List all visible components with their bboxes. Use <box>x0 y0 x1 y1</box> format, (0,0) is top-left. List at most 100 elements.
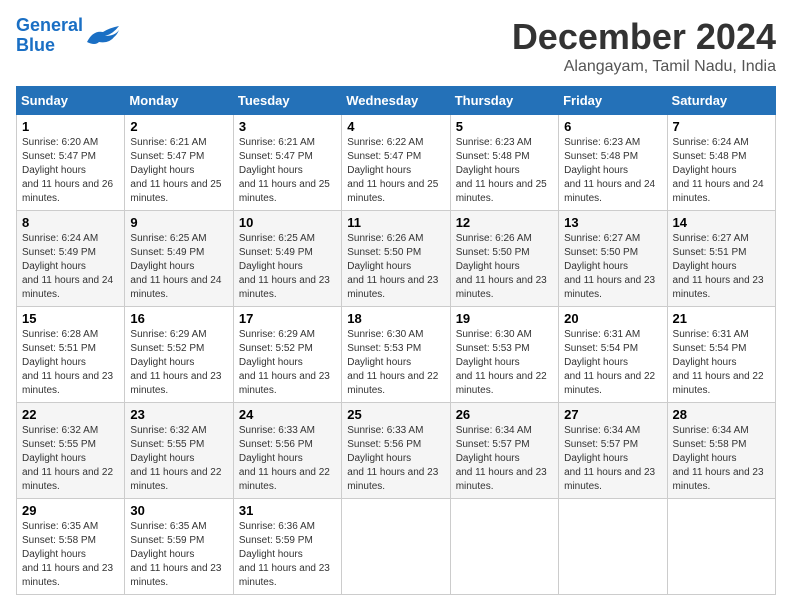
day-number: 16 <box>130 311 227 326</box>
day-number: 28 <box>673 407 770 422</box>
header-row: Sunday Monday Tuesday Wednesday Thursday… <box>17 87 776 115</box>
calendar-cell: 28 Sunrise: 6:34 AMSunset: 5:58 PMDaylig… <box>667 403 775 499</box>
day-detail: Sunrise: 6:28 AMSunset: 5:51 PMDaylight … <box>22 329 113 396</box>
day-number: 15 <box>22 311 119 326</box>
col-sunday: Sunday <box>17 87 125 115</box>
day-number: 11 <box>347 215 444 230</box>
calendar-cell: 22 Sunrise: 6:32 AMSunset: 5:55 PMDaylig… <box>17 403 125 499</box>
day-detail: Sunrise: 6:34 AMSunset: 5:57 PMDaylight … <box>564 425 655 492</box>
day-number: 12 <box>456 215 553 230</box>
day-detail: Sunrise: 6:32 AMSunset: 5:55 PMDaylight … <box>22 425 113 492</box>
calendar-cell: 14 Sunrise: 6:27 AMSunset: 5:51 PMDaylig… <box>667 211 775 307</box>
day-detail: Sunrise: 6:21 AMSunset: 5:47 PMDaylight … <box>130 137 221 204</box>
calendar-cell: 15 Sunrise: 6:28 AMSunset: 5:51 PMDaylig… <box>17 307 125 403</box>
day-number: 24 <box>239 407 336 422</box>
day-number: 7 <box>673 119 770 134</box>
calendar-cell: 10 Sunrise: 6:25 AMSunset: 5:49 PMDaylig… <box>233 211 341 307</box>
calendar-cell: 24 Sunrise: 6:33 AMSunset: 5:56 PMDaylig… <box>233 403 341 499</box>
day-number: 14 <box>673 215 770 230</box>
day-number: 8 <box>22 215 119 230</box>
day-detail: Sunrise: 6:27 AMSunset: 5:51 PMDaylight … <box>673 233 764 300</box>
day-detail: Sunrise: 6:23 AMSunset: 5:48 PMDaylight … <box>564 137 655 204</box>
location-title: Alangayam, Tamil Nadu, India <box>512 58 776 76</box>
calendar-row: 15 Sunrise: 6:28 AMSunset: 5:51 PMDaylig… <box>17 307 776 403</box>
calendar-cell: 23 Sunrise: 6:32 AMSunset: 5:55 PMDaylig… <box>125 403 233 499</box>
col-tuesday: Tuesday <box>233 87 341 115</box>
col-saturday: Saturday <box>667 87 775 115</box>
calendar-cell: 9 Sunrise: 6:25 AMSunset: 5:49 PMDayligh… <box>125 211 233 307</box>
day-detail: Sunrise: 6:24 AMSunset: 5:49 PMDaylight … <box>22 233 113 300</box>
day-detail: Sunrise: 6:21 AMSunset: 5:47 PMDaylight … <box>239 137 330 204</box>
day-detail: Sunrise: 6:20 AMSunset: 5:47 PMDaylight … <box>22 137 113 204</box>
day-detail: Sunrise: 6:29 AMSunset: 5:52 PMDaylight … <box>130 329 221 396</box>
day-detail: Sunrise: 6:25 AMSunset: 5:49 PMDaylight … <box>239 233 330 300</box>
day-detail: Sunrise: 6:23 AMSunset: 5:48 PMDaylight … <box>456 137 547 204</box>
day-number: 22 <box>22 407 119 422</box>
day-detail: Sunrise: 6:36 AMSunset: 5:59 PMDaylight … <box>239 521 330 588</box>
calendar-cell: 16 Sunrise: 6:29 AMSunset: 5:52 PMDaylig… <box>125 307 233 403</box>
calendar-cell <box>342 499 450 595</box>
day-detail: Sunrise: 6:26 AMSunset: 5:50 PMDaylight … <box>347 233 438 300</box>
calendar-cell: 31 Sunrise: 6:36 AMSunset: 5:59 PMDaylig… <box>233 499 341 595</box>
calendar-cell: 6 Sunrise: 6:23 AMSunset: 5:48 PMDayligh… <box>559 115 667 211</box>
day-detail: Sunrise: 6:31 AMSunset: 5:54 PMDaylight … <box>564 329 655 396</box>
day-number: 25 <box>347 407 444 422</box>
calendar-cell: 3 Sunrise: 6:21 AMSunset: 5:47 PMDayligh… <box>233 115 341 211</box>
day-number: 27 <box>564 407 661 422</box>
calendar-row: 29 Sunrise: 6:35 AMSunset: 5:58 PMDaylig… <box>17 499 776 595</box>
day-detail: Sunrise: 6:32 AMSunset: 5:55 PMDaylight … <box>130 425 221 492</box>
day-detail: Sunrise: 6:35 AMSunset: 5:59 PMDaylight … <box>130 521 221 588</box>
calendar-cell: 19 Sunrise: 6:30 AMSunset: 5:53 PMDaylig… <box>450 307 558 403</box>
day-number: 19 <box>456 311 553 326</box>
day-detail: Sunrise: 6:24 AMSunset: 5:48 PMDaylight … <box>673 137 764 204</box>
day-detail: Sunrise: 6:33 AMSunset: 5:56 PMDaylight … <box>347 425 438 492</box>
calendar-cell: 1 Sunrise: 6:20 AMSunset: 5:47 PMDayligh… <box>17 115 125 211</box>
calendar-cell: 2 Sunrise: 6:21 AMSunset: 5:47 PMDayligh… <box>125 115 233 211</box>
calendar-cell: 7 Sunrise: 6:24 AMSunset: 5:48 PMDayligh… <box>667 115 775 211</box>
day-detail: Sunrise: 6:30 AMSunset: 5:53 PMDaylight … <box>347 329 438 396</box>
day-number: 29 <box>22 503 119 518</box>
calendar-cell: 11 Sunrise: 6:26 AMSunset: 5:50 PMDaylig… <box>342 211 450 307</box>
logo: GeneralBlue <box>16 16 121 56</box>
calendar-cell: 18 Sunrise: 6:30 AMSunset: 5:53 PMDaylig… <box>342 307 450 403</box>
calendar-cell <box>667 499 775 595</box>
day-detail: Sunrise: 6:26 AMSunset: 5:50 PMDaylight … <box>456 233 547 300</box>
calendar-cell: 4 Sunrise: 6:22 AMSunset: 5:47 PMDayligh… <box>342 115 450 211</box>
day-number: 20 <box>564 311 661 326</box>
day-number: 10 <box>239 215 336 230</box>
day-number: 4 <box>347 119 444 134</box>
day-detail: Sunrise: 6:35 AMSunset: 5:58 PMDaylight … <box>22 521 113 588</box>
day-detail: Sunrise: 6:30 AMSunset: 5:53 PMDaylight … <box>456 329 547 396</box>
day-number: 6 <box>564 119 661 134</box>
calendar-cell: 17 Sunrise: 6:29 AMSunset: 5:52 PMDaylig… <box>233 307 341 403</box>
day-number: 26 <box>456 407 553 422</box>
calendar-cell: 12 Sunrise: 6:26 AMSunset: 5:50 PMDaylig… <box>450 211 558 307</box>
day-detail: Sunrise: 6:34 AMSunset: 5:58 PMDaylight … <box>673 425 764 492</box>
day-number: 1 <box>22 119 119 134</box>
calendar-cell: 20 Sunrise: 6:31 AMSunset: 5:54 PMDaylig… <box>559 307 667 403</box>
calendar-cell <box>450 499 558 595</box>
day-detail: Sunrise: 6:27 AMSunset: 5:50 PMDaylight … <box>564 233 655 300</box>
col-friday: Friday <box>559 87 667 115</box>
calendar-cell <box>559 499 667 595</box>
day-detail: Sunrise: 6:33 AMSunset: 5:56 PMDaylight … <box>239 425 330 492</box>
day-detail: Sunrise: 6:31 AMSunset: 5:54 PMDaylight … <box>673 329 764 396</box>
calendar-table: Sunday Monday Tuesday Wednesday Thursday… <box>16 86 776 595</box>
title-area: December 2024 Alangayam, Tamil Nadu, Ind… <box>512 16 776 76</box>
day-detail: Sunrise: 6:25 AMSunset: 5:49 PMDaylight … <box>130 233 221 300</box>
col-monday: Monday <box>125 87 233 115</box>
day-number: 31 <box>239 503 336 518</box>
calendar-row: 8 Sunrise: 6:24 AMSunset: 5:49 PMDayligh… <box>17 211 776 307</box>
day-number: 5 <box>456 119 553 134</box>
calendar-cell: 13 Sunrise: 6:27 AMSunset: 5:50 PMDaylig… <box>559 211 667 307</box>
calendar-cell: 8 Sunrise: 6:24 AMSunset: 5:49 PMDayligh… <box>17 211 125 307</box>
col-wednesday: Wednesday <box>342 87 450 115</box>
day-number: 13 <box>564 215 661 230</box>
day-number: 9 <box>130 215 227 230</box>
day-number: 23 <box>130 407 227 422</box>
day-detail: Sunrise: 6:22 AMSunset: 5:47 PMDaylight … <box>347 137 438 204</box>
logo-text: GeneralBlue <box>16 16 83 56</box>
day-number: 30 <box>130 503 227 518</box>
day-number: 18 <box>347 311 444 326</box>
calendar-row: 22 Sunrise: 6:32 AMSunset: 5:55 PMDaylig… <box>17 403 776 499</box>
